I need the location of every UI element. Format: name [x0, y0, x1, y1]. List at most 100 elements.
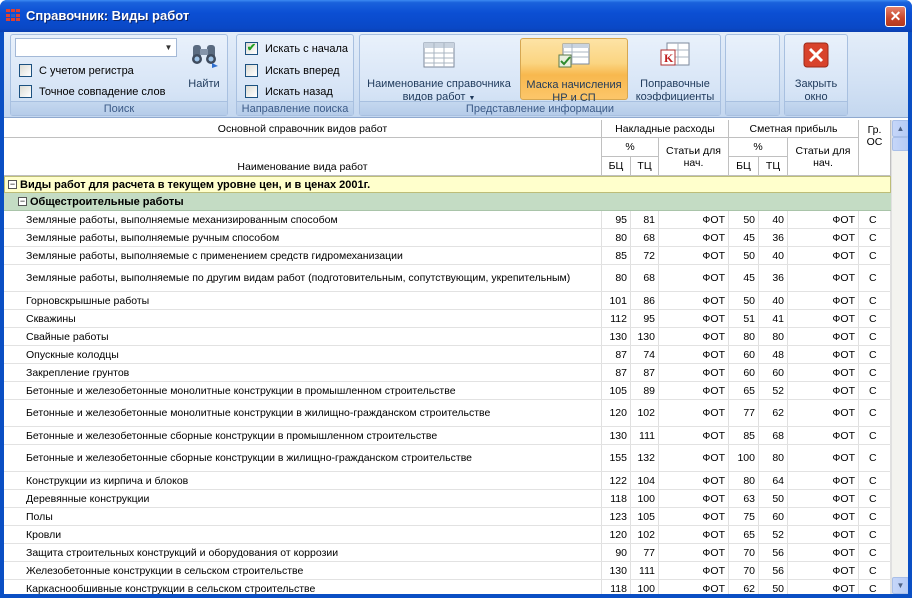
cell-nart[interactable]: ФОТ: [659, 364, 729, 381]
cell-name[interactable]: Бетонные и железобетонные сборные констр…: [4, 445, 602, 471]
cell-name[interactable]: Деревянные конструкции: [4, 490, 602, 507]
cell-nbc[interactable]: 90: [602, 544, 631, 561]
cell-pbc[interactable]: 63: [729, 490, 759, 507]
cell-part[interactable]: ФОТ: [788, 229, 859, 246]
search-combo[interactable]: ▼: [15, 38, 177, 57]
cell-nart[interactable]: ФОТ: [659, 580, 729, 594]
cell-pbc[interactable]: 60: [729, 364, 759, 381]
cell-part[interactable]: ФОТ: [788, 490, 859, 507]
cell-pbc[interactable]: 60: [729, 346, 759, 363]
cell-ntc[interactable]: 74: [631, 346, 659, 363]
exact-match-checkbox[interactable]: [19, 85, 32, 98]
cell-gr[interactable]: С: [859, 526, 891, 543]
cell-part[interactable]: ФОТ: [788, 382, 859, 399]
cell-nbc[interactable]: 130: [602, 427, 631, 444]
cell-name[interactable]: Земляные работы, выполняемые по другим в…: [4, 265, 602, 291]
cell-pbc[interactable]: 65: [729, 382, 759, 399]
cell-nbc[interactable]: 105: [602, 382, 631, 399]
cell-nbc[interactable]: 118: [602, 490, 631, 507]
cell-part[interactable]: ФОТ: [788, 580, 859, 594]
cell-pbc[interactable]: 70: [729, 562, 759, 579]
cell-ptc[interactable]: 48: [759, 346, 788, 363]
cell-ptc[interactable]: 50: [759, 490, 788, 507]
cell-ptc[interactable]: 68: [759, 427, 788, 444]
cell-pbc[interactable]: 50: [729, 247, 759, 264]
cell-ntc[interactable]: 81: [631, 211, 659, 228]
cell-ntc[interactable]: 95: [631, 310, 659, 327]
cell-ntc[interactable]: 87: [631, 364, 659, 381]
cell-part[interactable]: ФОТ: [788, 562, 859, 579]
cell-nbc[interactable]: 80: [602, 229, 631, 246]
table-row[interactable]: Бетонные и железобетонные сборные констр…: [4, 445, 891, 472]
cell-nart[interactable]: ФОТ: [659, 265, 729, 291]
cell-gr[interactable]: С: [859, 265, 891, 291]
case-sensitive-checkbox[interactable]: [19, 64, 32, 77]
cell-pbc[interactable]: 65: [729, 526, 759, 543]
cell-pbc[interactable]: 80: [729, 328, 759, 345]
table-row[interactable]: Земляные работы, выполняемые по другим в…: [4, 265, 891, 292]
cell-nbc[interactable]: 85: [602, 247, 631, 264]
cell-part[interactable]: ФОТ: [788, 328, 859, 345]
cell-ntc[interactable]: 102: [631, 400, 659, 426]
cell-pbc[interactable]: 77: [729, 400, 759, 426]
cell-nbc[interactable]: 120: [602, 400, 631, 426]
cell-ptc[interactable]: 64: [759, 472, 788, 489]
scroll-up-button[interactable]: ▲: [892, 120, 908, 137]
cell-part[interactable]: ФОТ: [788, 247, 859, 264]
cell-part[interactable]: ФОТ: [788, 445, 859, 471]
cell-nart[interactable]: ФОТ: [659, 427, 729, 444]
cell-nart[interactable]: ФОТ: [659, 400, 729, 426]
cell-gr[interactable]: С: [859, 508, 891, 525]
cell-ptc[interactable]: 41: [759, 310, 788, 327]
cell-ptc[interactable]: 56: [759, 544, 788, 561]
header-group[interactable]: Гр. ОС: [859, 120, 891, 176]
header-profit-tc[interactable]: ТЦ: [759, 157, 788, 176]
title-bar[interactable]: Справочник: Виды работ ✕: [0, 0, 912, 32]
cell-name[interactable]: Защита строительных конструкций и оборуд…: [4, 544, 602, 561]
cell-gr[interactable]: С: [859, 382, 891, 399]
cell-pbc[interactable]: 50: [729, 211, 759, 228]
cell-pbc[interactable]: 45: [729, 229, 759, 246]
cell-nbc[interactable]: 122: [602, 472, 631, 489]
close-window-button[interactable]: Закрыть окно: [787, 38, 845, 103]
cell-gr[interactable]: С: [859, 544, 891, 561]
chevron-down-icon[interactable]: ▼: [162, 40, 175, 55]
cell-pbc[interactable]: 80: [729, 472, 759, 489]
cell-ntc[interactable]: 130: [631, 328, 659, 345]
cell-pbc[interactable]: 70: [729, 544, 759, 561]
cell-name[interactable]: Бетонные и железобетонные монолитные кон…: [4, 382, 602, 399]
cell-ptc[interactable]: 52: [759, 382, 788, 399]
cell-name[interactable]: Кровли: [4, 526, 602, 543]
cell-name[interactable]: Железобетонные конструкции в сельском ст…: [4, 562, 602, 579]
table-row[interactable]: Бетонные и железобетонные монолитные кон…: [4, 382, 891, 400]
backward-checkbox[interactable]: [245, 85, 258, 98]
collapse-icon[interactable]: −: [8, 180, 17, 189]
cell-nbc[interactable]: 95: [602, 211, 631, 228]
collapse-icon[interactable]: −: [18, 197, 27, 206]
cell-gr[interactable]: С: [859, 310, 891, 327]
cell-ptc[interactable]: 40: [759, 211, 788, 228]
table-row[interactable]: Земляные работы, выполняемые механизиров…: [4, 211, 891, 229]
cell-part[interactable]: ФОТ: [788, 211, 859, 228]
cell-part[interactable]: ФОТ: [788, 346, 859, 363]
cell-nbc[interactable]: 130: [602, 328, 631, 345]
header-main[interactable]: Основной справочник видов работ: [4, 120, 602, 138]
cell-nart[interactable]: ФОТ: [659, 310, 729, 327]
cell-name[interactable]: Свайные работы: [4, 328, 602, 345]
cell-name[interactable]: Полы: [4, 508, 602, 525]
cell-nart[interactable]: ФОТ: [659, 562, 729, 579]
cell-ptc[interactable]: 56: [759, 562, 788, 579]
table-row[interactable]: Каркаснообшивные конструкции в сельском …: [4, 580, 891, 594]
cell-ptc[interactable]: 36: [759, 265, 788, 291]
cell-nbc[interactable]: 120: [602, 526, 631, 543]
from-start-checkbox[interactable]: ✔: [245, 42, 258, 55]
cell-ntc[interactable]: 68: [631, 265, 659, 291]
cell-gr[interactable]: С: [859, 328, 891, 345]
table-row[interactable]: Закрепление грунтов 87 87 ФОТ 60 60 ФОТ С: [4, 364, 891, 382]
cell-ptc[interactable]: 40: [759, 292, 788, 309]
cell-gr[interactable]: С: [859, 247, 891, 264]
header-name[interactable]: Наименование вида работ: [4, 138, 602, 176]
cell-nart[interactable]: ФОТ: [659, 490, 729, 507]
cell-gr[interactable]: С: [859, 562, 891, 579]
cell-gr[interactable]: С: [859, 472, 891, 489]
